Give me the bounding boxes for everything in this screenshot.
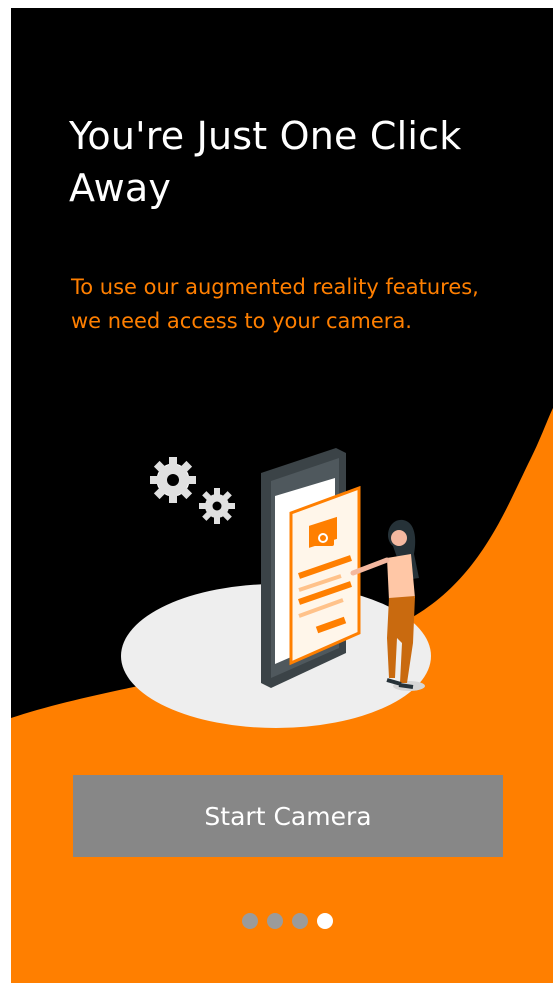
page-dot-2[interactable] [267, 913, 283, 929]
page-dot-4-active[interactable] [317, 913, 333, 929]
camera-icon [312, 531, 334, 546]
page-dot-1[interactable] [242, 913, 258, 929]
page-indicator [242, 912, 333, 930]
camera-permission-description: To use our augmented reality features, w… [71, 275, 479, 333]
gear-icon [150, 457, 196, 503]
page-title: You're Just One Click Away [69, 114, 462, 210]
onboarding-screen: You're Just One Click Away To use our au… [11, 8, 553, 983]
ar-phone-illustration [121, 448, 431, 728]
ar-card [289, 485, 361, 666]
page-dot-3[interactable] [292, 913, 308, 929]
gear-icon [199, 488, 235, 524]
start-camera-button[interactable]: Start Camera [73, 775, 503, 857]
